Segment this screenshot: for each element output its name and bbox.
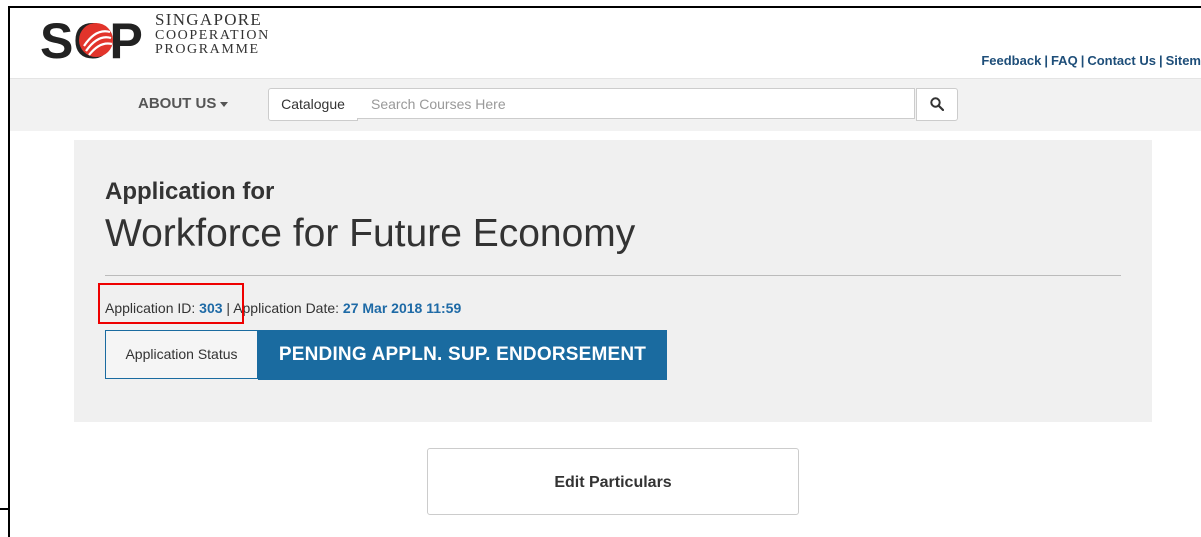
- application-date-label: Application Date:: [233, 300, 340, 316]
- course-title: Workforce for Future Economy: [105, 212, 636, 255]
- search-button[interactable]: [916, 88, 958, 121]
- main-navbar: ABOUT US Catalogue Search Courses Here: [10, 78, 1201, 131]
- sitemap-link[interactable]: Sitem: [1166, 53, 1201, 68]
- link-separator: |: [1158, 53, 1163, 68]
- about-us-menu[interactable]: ABOUT US: [138, 95, 229, 112]
- link-separator: |: [1080, 53, 1085, 68]
- course-search: Catalogue Search Courses Here: [268, 88, 958, 121]
- logo-text: SINGAPORE COOPERATION PROGRAMME: [155, 11, 270, 57]
- scp-logo-mark: SCP: [40, 14, 143, 62]
- application-panel: Application for Workforce for Future Eco…: [74, 140, 1152, 422]
- search-input[interactable]: Search Courses Here: [357, 88, 915, 119]
- screenshot-frame-corner: [0, 508, 10, 510]
- search-icon: [930, 97, 944, 111]
- catalogue-button[interactable]: Catalogue: [268, 88, 358, 121]
- edit-particulars-button[interactable]: Edit Particulars: [427, 448, 799, 515]
- application-heading: Application for: [105, 178, 275, 205]
- application-id-highlight-box: [98, 283, 244, 324]
- about-us-label: ABOUT US: [138, 95, 217, 112]
- feedback-link[interactable]: Feedback: [981, 53, 1041, 68]
- application-date-value: 27 Mar 2018 11:59: [342, 300, 462, 316]
- application-status-label: Application Status: [105, 330, 258, 379]
- heading-divider: [105, 275, 1121, 276]
- link-separator: |: [1044, 53, 1048, 68]
- faq-link[interactable]: FAQ: [1051, 53, 1078, 68]
- logo-line-2: COOPERATION: [155, 28, 270, 43]
- site-header: SCP SINGAPORE COOPERATION PROGRAMME Feed…: [10, 8, 1201, 78]
- logo-line-3: PROGRAMME: [155, 42, 260, 57]
- contact-us-link[interactable]: Contact Us: [1087, 53, 1156, 68]
- application-status-badge: PENDING APPLN. SUP. ENDORSEMENT: [258, 330, 667, 380]
- logo-line-1: SINGAPORE: [155, 10, 263, 29]
- caret-down-icon: [220, 101, 229, 107]
- top-links: Feedback | FAQ | Contact Us | Sitem: [981, 53, 1201, 68]
